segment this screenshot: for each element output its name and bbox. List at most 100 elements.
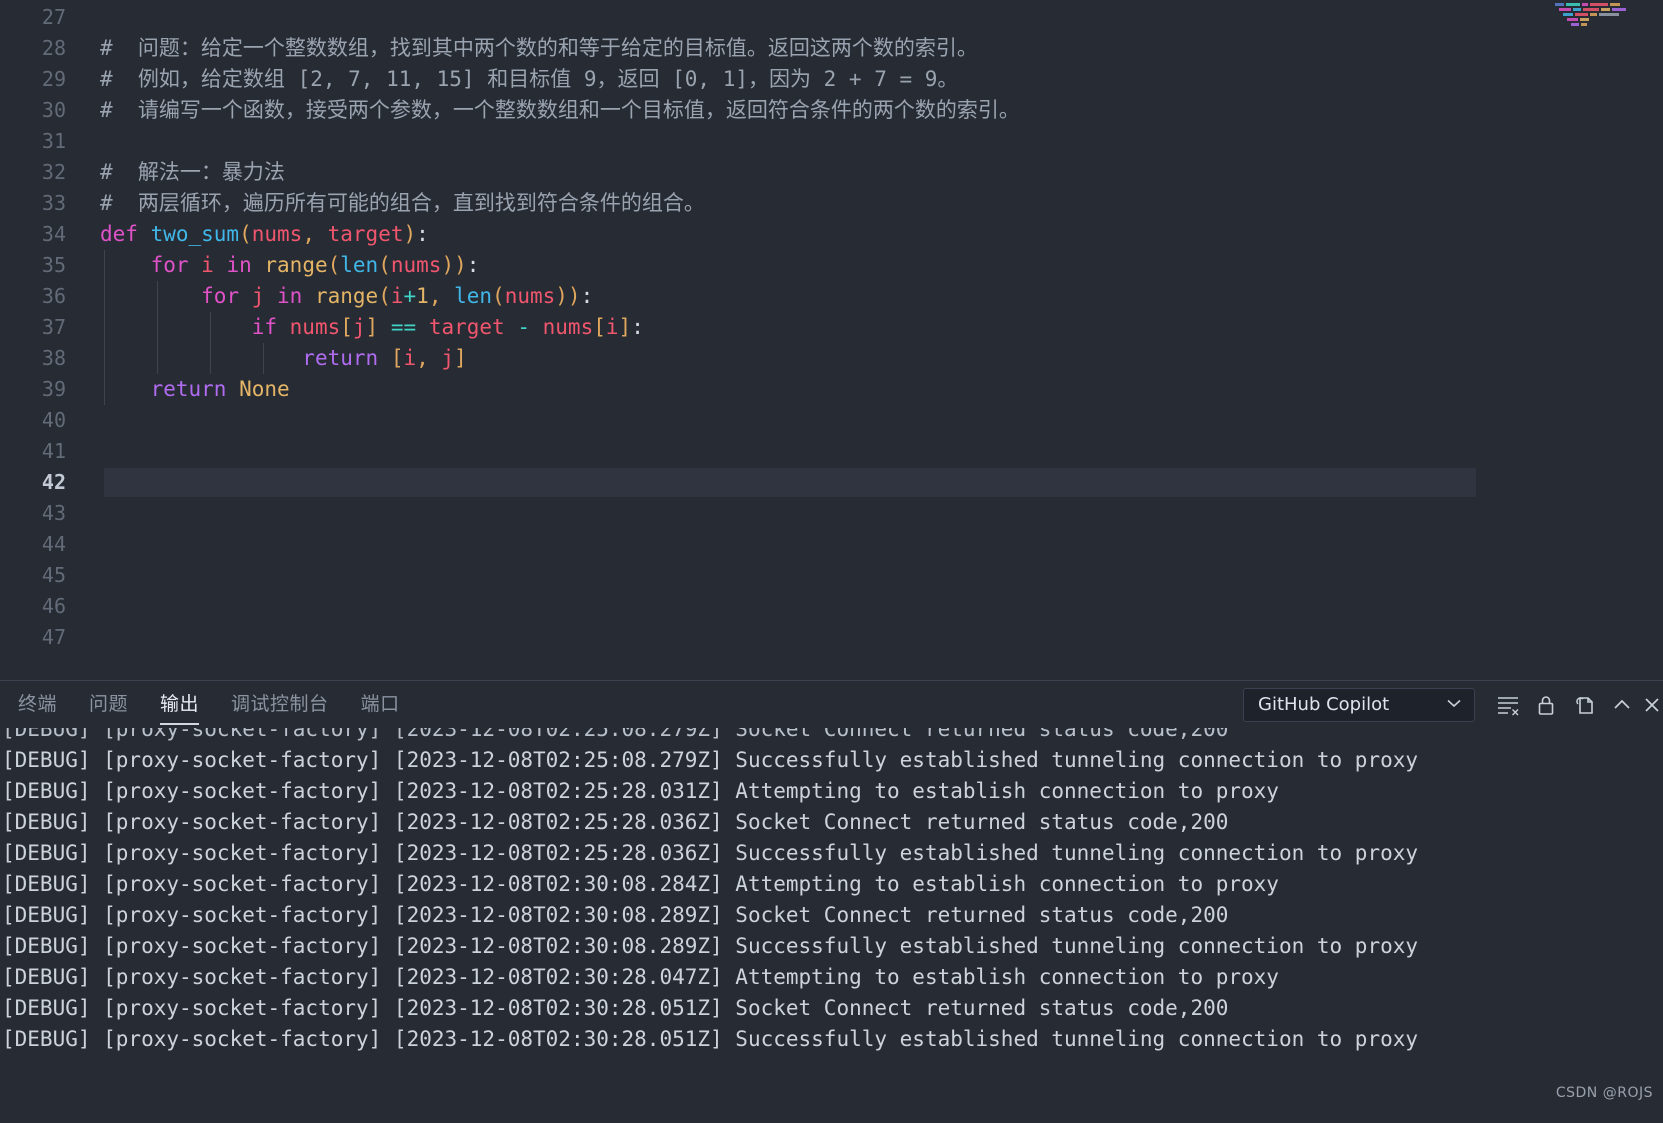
line-number: 41	[41, 439, 66, 463]
chevron-up-icon	[1609, 692, 1635, 718]
code-line[interactable]: 28 # 问题：给定一个整数数组，找到其中两个数的和等于给定的目标值。返回这两个数…	[0, 33, 1663, 64]
code-token: for	[201, 284, 252, 308]
open-in-editor-button[interactable]	[1565, 686, 1603, 724]
code-token: ))	[555, 284, 581, 308]
line-number: 39	[41, 377, 66, 401]
code-line[interactable]: 42	[0, 467, 1663, 498]
code-token: nums	[251, 222, 303, 246]
code-token: nums	[542, 315, 594, 339]
code-line[interactable]: 47	[0, 622, 1663, 653]
code-line[interactable]: 37 if nums[j] == target - nums[i]:	[0, 312, 1663, 343]
code-line[interactable]: 31	[0, 126, 1663, 157]
code-token: # 解法一：暴力法	[100, 160, 285, 184]
code-token: j	[352, 315, 366, 339]
tab-ports[interactable]: 端口	[361, 681, 400, 728]
code-token: range	[264, 253, 328, 277]
code-line-text: for i in range(len(nums)):	[100, 250, 480, 281]
log-line: [DEBUG] [proxy-socket-factory] [2023-12-…	[2, 779, 1279, 803]
code-line-list: 27 28 # 问题：给定一个整数数组，找到其中两个数的和等于给定的目标值。返回这两…	[0, 0, 1663, 653]
line-number: 37	[41, 315, 66, 339]
code-token: 1	[416, 284, 429, 308]
code-token: def	[100, 222, 151, 246]
code-line[interactable]: 34 def two_sum(nums, target):	[0, 219, 1663, 250]
code-line-text: if nums[j] == target - nums[i]:	[100, 312, 644, 343]
log-line: [DEBUG] [proxy-socket-factory] [2023-12-…	[2, 1027, 1419, 1051]
code-token: :	[466, 253, 480, 277]
code-token: ]	[454, 346, 467, 370]
code-token: ]	[365, 315, 379, 339]
line-number: 40	[41, 408, 66, 432]
code-line[interactable]: 36 for j in range(i+1, len(nums)):	[0, 281, 1663, 312]
line-number: 31	[41, 129, 66, 153]
tab-debug-console[interactable]: 调试控制台	[231, 681, 329, 728]
code-line[interactable]: 46	[0, 591, 1663, 622]
code-line[interactable]: 40	[0, 405, 1663, 436]
code-token: in	[277, 284, 315, 308]
close-icon	[1641, 692, 1663, 718]
close-panel-button[interactable]	[1641, 686, 1663, 724]
code-line[interactable]: 44	[0, 529, 1663, 560]
code-line[interactable]: 45	[0, 560, 1663, 591]
code-editor[interactable]: 27 28 # 问题：给定一个整数数组，找到其中两个数的和等于给定的目标值。返回这两…	[0, 0, 1663, 680]
line-number: 33	[41, 191, 66, 215]
line-number: 44	[41, 532, 66, 556]
tab-problems[interactable]: 问题	[89, 681, 128, 728]
output-source-select[interactable]: GitHub Copilot	[1243, 687, 1475, 722]
vscode-window: 27 28 # 问题：给定一个整数数组，找到其中两个数的和等于给定的目标值。返回这两…	[0, 0, 1663, 1123]
code-line[interactable]: 29 # 例如，给定数组 [2, 7, 11, 15] 和目标值 9，返回 [0,…	[0, 64, 1663, 95]
code-line[interactable]: 33 # 两层循环，遍历所有可能的组合，直到找到符合条件的组合。	[0, 188, 1663, 219]
code-token: (	[378, 253, 391, 277]
code-token: ))	[441, 253, 467, 277]
line-number: 30	[41, 98, 66, 122]
log-line: [DEBUG] [proxy-socket-factory] [2023-12-…	[2, 965, 1279, 989]
code-line-text: return [i, j]	[100, 343, 467, 374]
log-line: [DEBUG] [proxy-socket-factory] [2023-12-…	[2, 996, 1229, 1020]
code-line[interactable]: 30 # 请编写一个函数，接受两个参数，一个整数数组和一个目标值，返回符合条件的两…	[0, 95, 1663, 126]
code-line[interactable]: 35 for i in range(len(nums)):	[0, 250, 1663, 281]
code-token: -	[517, 315, 530, 339]
clear-output-button[interactable]	[1489, 686, 1527, 724]
line-number: 47	[41, 625, 66, 649]
line-number: 27	[41, 5, 66, 29]
code-token: i	[390, 284, 404, 308]
log-line: [DEBUG] [proxy-socket-factory] [2023-12-…	[2, 748, 1419, 772]
code-token: +	[403, 284, 417, 308]
code-line[interactable]: 38 return [i, j]	[0, 343, 1663, 374]
code-token: nums	[504, 284, 556, 308]
log-line: [DEBUG] [proxy-socket-factory] [2023-12-…	[2, 728, 1229, 741]
line-number: 45	[41, 563, 66, 587]
code-line-text: # 解法一：暴力法	[100, 157, 285, 188]
lock-scroll-button[interactable]	[1527, 686, 1565, 724]
code-token: # 例如，给定数组 [2, 7, 11, 15] 和目标值 9，返回 [0, 1…	[100, 67, 959, 91]
tab-terminal[interactable]: 终端	[18, 681, 57, 728]
code-line[interactable]: 39 return None	[0, 374, 1663, 405]
code-token: j	[441, 346, 455, 370]
chevron-down-icon	[1444, 693, 1464, 717]
code-token: in	[226, 253, 265, 277]
code-token: ==	[390, 315, 417, 339]
code-line-text: for j in range(i+1, len(nums)):	[100, 281, 593, 312]
tab-output[interactable]: 输出	[160, 681, 200, 728]
line-number: 35	[41, 253, 66, 277]
code-token: (	[327, 253, 341, 277]
output-log[interactable]: [DEBUG] [proxy-socket-factory] [2023-12-…	[0, 728, 1663, 1123]
line-number: 46	[41, 594, 66, 618]
code-line[interactable]: 32 # 解法一：暴力法	[0, 157, 1663, 188]
code-line-text: # 例如，给定数组 [2, 7, 11, 15] 和目标值 9，返回 [0, 1…	[100, 64, 958, 95]
line-number: 38	[41, 346, 66, 370]
line-number: 28	[41, 36, 66, 60]
code-line[interactable]: 41	[0, 436, 1663, 467]
log-line: [DEBUG] [proxy-socket-factory] [2023-12-…	[2, 903, 1229, 927]
code-token: None	[239, 377, 290, 401]
code-line[interactable]: 43	[0, 498, 1663, 529]
code-line[interactable]: 27	[0, 2, 1663, 33]
code-token: range	[314, 284, 379, 308]
maximize-panel-button[interactable]	[1603, 686, 1641, 724]
log-line: [DEBUG] [proxy-socket-factory] [2023-12-…	[2, 934, 1419, 958]
panel-header: 终端 问题 输出 调试控制台 端口 GitHub Copilot	[0, 681, 1663, 728]
code-line-text: return None	[100, 374, 290, 405]
